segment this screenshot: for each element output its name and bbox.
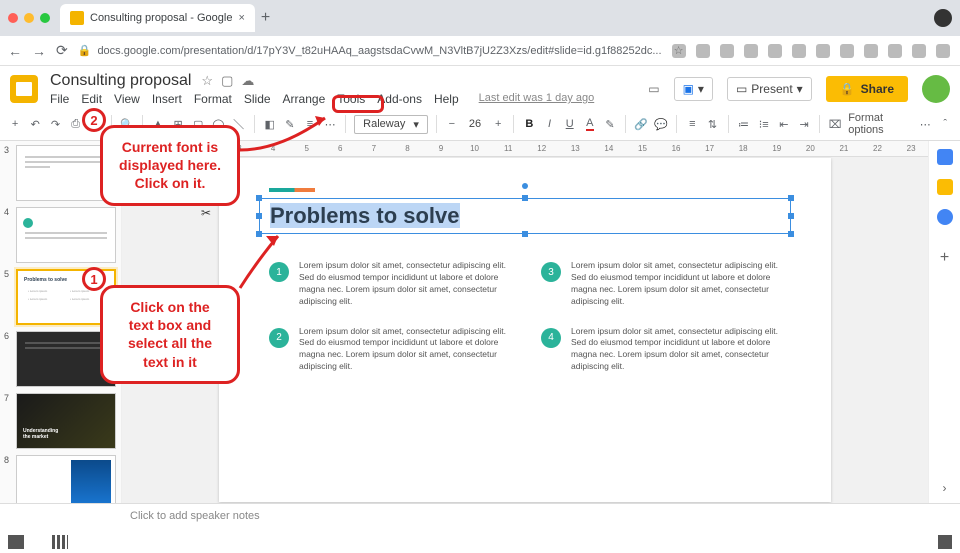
indent-increase-button[interactable]: ⇥	[797, 116, 811, 132]
slides-favicon	[70, 11, 84, 25]
account-avatar[interactable]	[922, 75, 950, 103]
link-button[interactable]: 🔗	[634, 116, 648, 132]
reload-button[interactable]: ⟳	[56, 42, 68, 59]
slides-logo[interactable]	[10, 75, 38, 103]
menu-slide[interactable]: Slide	[244, 92, 271, 106]
slide-content[interactable]: ✂ Problems to solve 1Lorem ipsum dolor s…	[219, 158, 831, 502]
window-controls[interactable]	[8, 13, 50, 23]
problem-text-3[interactable]: Lorem ipsum dolor sit amet, consectetur …	[571, 260, 781, 308]
text-color-button[interactable]: A	[583, 116, 597, 132]
address-bar[interactable]: 🔒 docs.google.com/presentation/d/17pY3V_…	[78, 44, 662, 57]
print-button[interactable]: ⎙	[69, 116, 83, 132]
grid-view-icon[interactable]	[52, 535, 68, 549]
profile-dot[interactable]	[934, 9, 952, 27]
chevron-down-icon: ▾	[413, 118, 419, 131]
new-tab-button[interactable]: +	[261, 9, 270, 27]
callout-1: Click on the text box and select all the…	[100, 285, 240, 384]
url-text: docs.google.com/presentation/d/17pY3V_t8…	[97, 45, 661, 57]
callout-1-arrow	[238, 230, 288, 290]
problem-badge-2: 2	[269, 328, 289, 348]
title-text-box[interactable]: Problems to solve	[259, 198, 791, 234]
callout-2: Current font is displayed here. Click on…	[100, 125, 240, 206]
tab-title: Consulting proposal - Google	[90, 12, 232, 24]
forward-button[interactable]: →	[32, 43, 46, 59]
font-size-input[interactable]: 26	[465, 118, 485, 130]
side-panel: + ›	[928, 141, 960, 503]
back-button[interactable]: ←	[8, 43, 22, 59]
filmstrip-view-icon[interactable]	[8, 535, 24, 549]
callout-1-badge: 1	[82, 267, 106, 291]
slide-canvas[interactable]: 1234567891011121314151617181920212223 ✂ …	[122, 141, 928, 503]
lock-icon: 🔒	[78, 44, 92, 57]
menu-format[interactable]: Format	[194, 92, 232, 106]
slide-title-text[interactable]: Problems to solve	[270, 203, 460, 228]
font-name-label: Raleway	[363, 118, 405, 130]
problem-text-1[interactable]: Lorem ipsum dolor sit amet, consectetur …	[299, 260, 509, 308]
present-button[interactable]: ▭ Present ▾	[727, 77, 812, 101]
meet-button[interactable]: ▣▾	[674, 77, 713, 101]
undo-button[interactable]: ↶	[28, 116, 42, 132]
increase-font-button[interactable]: +	[491, 116, 505, 132]
bold-button[interactable]: B	[522, 116, 536, 132]
extension-icons[interactable]: ☆⋮	[672, 44, 960, 58]
move-icon[interactable]: ▢	[221, 73, 233, 89]
problem-text-4[interactable]: Lorem ipsum dolor sit amet, consectetur …	[571, 326, 781, 374]
underline-button[interactable]: U	[563, 116, 577, 132]
thumbnail-4[interactable]	[16, 207, 116, 263]
callout-2-badge: 2	[82, 108, 106, 132]
indent-decrease-button[interactable]: ⇤	[777, 116, 791, 132]
decrease-font-button[interactable]: −	[445, 116, 459, 132]
list-bulleted-button[interactable]: ⁝≡	[757, 116, 771, 132]
calendar-icon[interactable]	[937, 149, 953, 165]
format-options-button[interactable]: Format options	[848, 112, 912, 136]
more-toolbar-icon[interactable]: ⋯	[918, 116, 932, 132]
font-family-dropdown[interactable]: Raleway ▾	[354, 115, 428, 134]
add-addon-icon[interactable]: +	[940, 249, 949, 267]
bottom-bar	[0, 531, 960, 553]
redo-button[interactable]: ↷	[48, 116, 62, 132]
problem-text-2[interactable]: Lorem ipsum dolor sit amet, consectetur …	[299, 326, 509, 374]
problem-badge-3: 3	[541, 262, 561, 282]
highlight-button[interactable]: ✎	[603, 116, 617, 132]
menu-file[interactable]: File	[50, 92, 69, 106]
tasks-icon[interactable]	[937, 209, 953, 225]
last-edit-link[interactable]: Last edit was 1 day ago	[479, 92, 595, 106]
collapse-toolbar-icon[interactable]: ˆ	[938, 116, 952, 132]
share-button[interactable]: 🔒 Share	[826, 76, 908, 102]
explore-icon[interactable]	[938, 535, 952, 549]
menu-arrange[interactable]: Arrange	[283, 92, 326, 106]
line-spacing-button[interactable]: ⇅	[705, 116, 719, 132]
align-button[interactable]: ≡	[685, 116, 699, 132]
callout-2-arrow	[240, 110, 335, 160]
speaker-notes[interactable]: Click to add speaker notes	[0, 503, 960, 531]
comment-button[interactable]: 💬	[654, 116, 668, 132]
close-tab-icon[interactable]: ×	[238, 12, 244, 24]
star-icon[interactable]: ☆	[201, 73, 213, 89]
cloud-icon[interactable]: ☁	[241, 73, 254, 89]
menu-help[interactable]: Help	[434, 92, 459, 106]
new-slide-button[interactable]: +	[8, 116, 22, 132]
menu-bar: File Edit View Insert Format Slide Arran…	[50, 92, 636, 106]
menu-view[interactable]: View	[114, 92, 140, 106]
collapse-side-icon[interactable]: ›	[943, 481, 947, 495]
list-numbered-button[interactable]: ≔	[736, 116, 750, 132]
menu-tools[interactable]: Tools	[337, 92, 365, 106]
clear-format-button[interactable]: ⌧	[828, 116, 842, 132]
comments-icon[interactable]: ▭	[648, 82, 659, 96]
menu-insert[interactable]: Insert	[152, 92, 182, 106]
italic-button[interactable]: I	[542, 116, 556, 132]
menu-edit[interactable]: Edit	[81, 92, 102, 106]
cut-indicator-icon: ✂	[201, 206, 211, 220]
keep-icon[interactable]	[937, 179, 953, 195]
thumbnail-8[interactable]	[16, 455, 116, 503]
problem-badge-4: 4	[541, 328, 561, 348]
document-title[interactable]: Consulting proposal	[50, 72, 191, 90]
menu-addons[interactable]: Add-ons	[377, 92, 422, 106]
accent-bar	[269, 188, 315, 192]
browser-tab[interactable]: Consulting proposal - Google ×	[60, 4, 255, 32]
thumbnail-7[interactable]: Understandingthe market	[16, 393, 116, 449]
